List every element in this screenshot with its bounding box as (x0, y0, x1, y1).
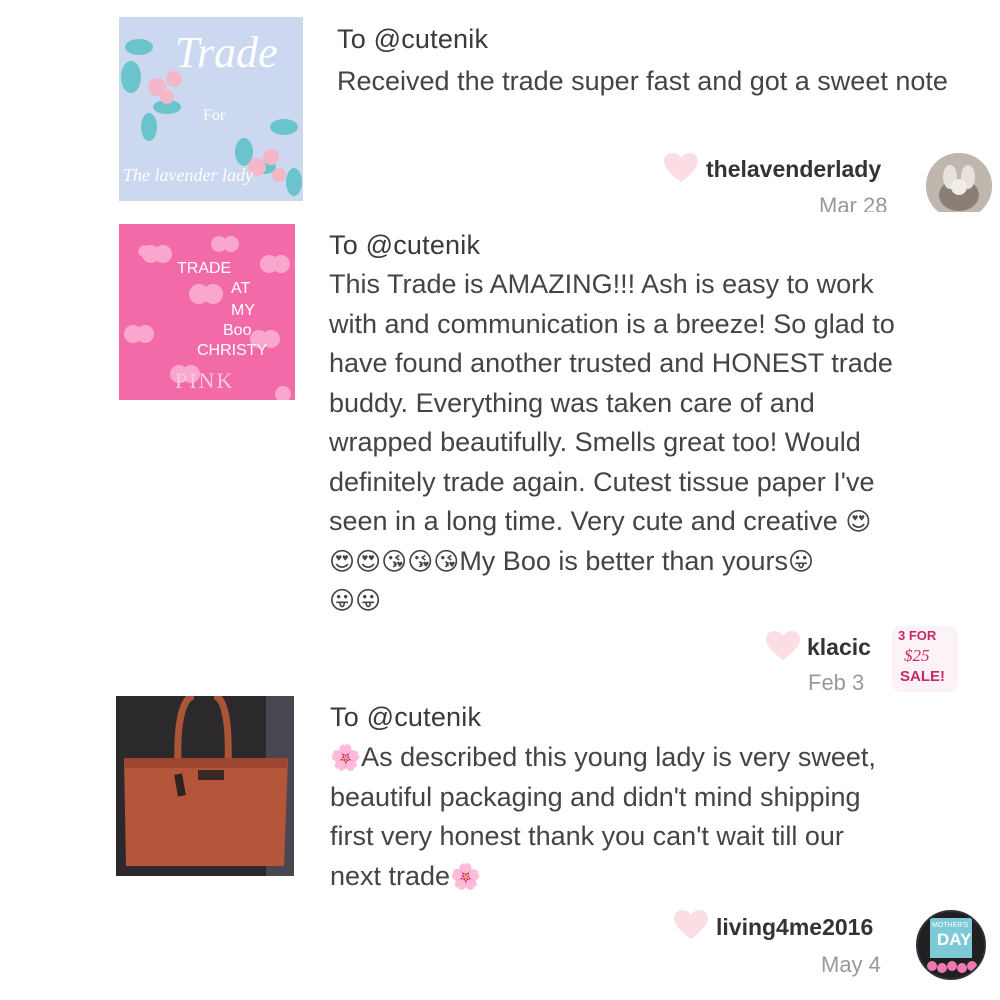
listing-thumbnail[interactable]: TRADE AT MY Boo CHRISTY PINK (119, 224, 295, 400)
review-date: Mar 28 (819, 193, 888, 212)
message-line: 😍😍😘😘😘My Boo is better than yours😛 (329, 542, 989, 582)
avatar-line-1: 3 FOR (898, 628, 937, 643)
message-line: buddy. Everything was taken care of and (329, 387, 815, 418)
message-text: seen in a long time. Very cute and creat… (329, 506, 838, 536)
message-text: My Boo is better than yours (459, 545, 788, 576)
reviews-feed: Trade For The lavender lady To @cutenik … (84, 0, 1000, 1000)
review-card: Trade For The lavender lady To @cutenik … (84, 0, 1000, 219)
message-line: wrapped beautifully. Smells great too! W… (329, 427, 861, 457)
avatar-line-2: $25 (904, 646, 930, 665)
message-line: next trade🌸 (330, 857, 990, 897)
heart-eyes-emoji: 😍 (355, 546, 382, 576)
recipient-label: To @cutenik (337, 24, 489, 54)
recipient-label: To @cutenik (330, 702, 482, 732)
review-message: This Trade is AMAZING!!! Ash is easy to … (329, 265, 989, 621)
avatar-caption-main: DAY (937, 930, 972, 949)
message-line: seen in a long time. Very cute and creat… (329, 502, 989, 542)
review-card: To @cutenik 🌸As described this young lad… (84, 690, 1000, 1000)
heart-icon[interactable] (664, 153, 698, 183)
heart-icon[interactable] (674, 910, 708, 940)
kiss-emoji: 😘 (407, 546, 434, 576)
review-message: Received the trade super fast and got a … (337, 66, 948, 96)
message-line: 🌸As described this young lady is very sw… (330, 738, 990, 778)
listing-thumbnail[interactable] (116, 696, 294, 876)
listing-thumbnail[interactable]: Trade For The lavender lady (119, 17, 303, 201)
kiss-emoji: 😘 (381, 546, 408, 576)
heart-icon[interactable] (766, 631, 800, 661)
thumb-line-6: PINK (175, 368, 235, 393)
thumb-subtitle: For (203, 107, 226, 124)
reviewer-username[interactable]: thelavenderlady (706, 156, 881, 183)
message-line: beautiful packaging and didn't mind ship… (330, 781, 861, 812)
thumb-line-3: MY (231, 302, 255, 319)
review-message: 🌸As described this young lady is very sw… (330, 738, 990, 896)
reviewer-avatar[interactable] (926, 153, 992, 219)
message-line: first very honest thank you can't wait t… (330, 821, 844, 851)
tongue-emoji: 😛 (329, 586, 356, 615)
message-text: next trade (330, 860, 451, 891)
recipient-label: To @cutenik (329, 230, 481, 260)
avatar-caption-top: MOTHER'S (932, 922, 969, 929)
thumb-line-2: AT (231, 280, 251, 297)
cherry-blossom-emoji: 🌸 (330, 743, 362, 772)
reviewer-avatar[interactable]: MOTHER'S DAY (916, 910, 986, 980)
message-line: definitely trade again. Cutest tissue pa… (329, 466, 875, 497)
thumb-line-4: Boo (223, 322, 252, 339)
heart-eyes-emoji: 😍 (329, 546, 356, 576)
thumb-line-1: TRADE (177, 260, 232, 277)
message-line: 😛😛 (329, 581, 989, 621)
reviewer-avatar[interactable]: 3 FOR $25 SALE! (892, 626, 958, 692)
review-date: May 4 (821, 952, 881, 977)
message-text: As described this young lady is very swe… (361, 742, 876, 772)
thumb-title: Trade (175, 28, 278, 77)
heart-eyes-emoji: 😍 (845, 507, 872, 536)
thumb-caption: The lavender lady (123, 165, 253, 185)
tongue-emoji: 😛 (355, 586, 382, 615)
message-line: This Trade is AMAZING!!! Ash is easy to … (329, 269, 874, 299)
review-card: TRADE AT MY Boo CHRISTY PINK To @cutenik… (84, 212, 1000, 695)
reviewer-username[interactable]: living4me2016 (716, 914, 873, 941)
avatar-line-3: SALE! (900, 668, 945, 685)
kiss-emoji: 😘 (433, 546, 460, 576)
thumb-line-5: CHRISTY (197, 342, 268, 359)
avatar-image (926, 153, 992, 219)
message-line: with and communication is a breeze! So g… (329, 308, 895, 339)
handbag-photo (116, 696, 294, 876)
message-line: have found another trusted and HONEST tr… (329, 348, 893, 378)
reviewer-username[interactable]: klacic (807, 634, 871, 661)
cherry-blossom-emoji: 🌸 (450, 861, 482, 891)
tongue-emoji: 😛 (787, 546, 815, 576)
